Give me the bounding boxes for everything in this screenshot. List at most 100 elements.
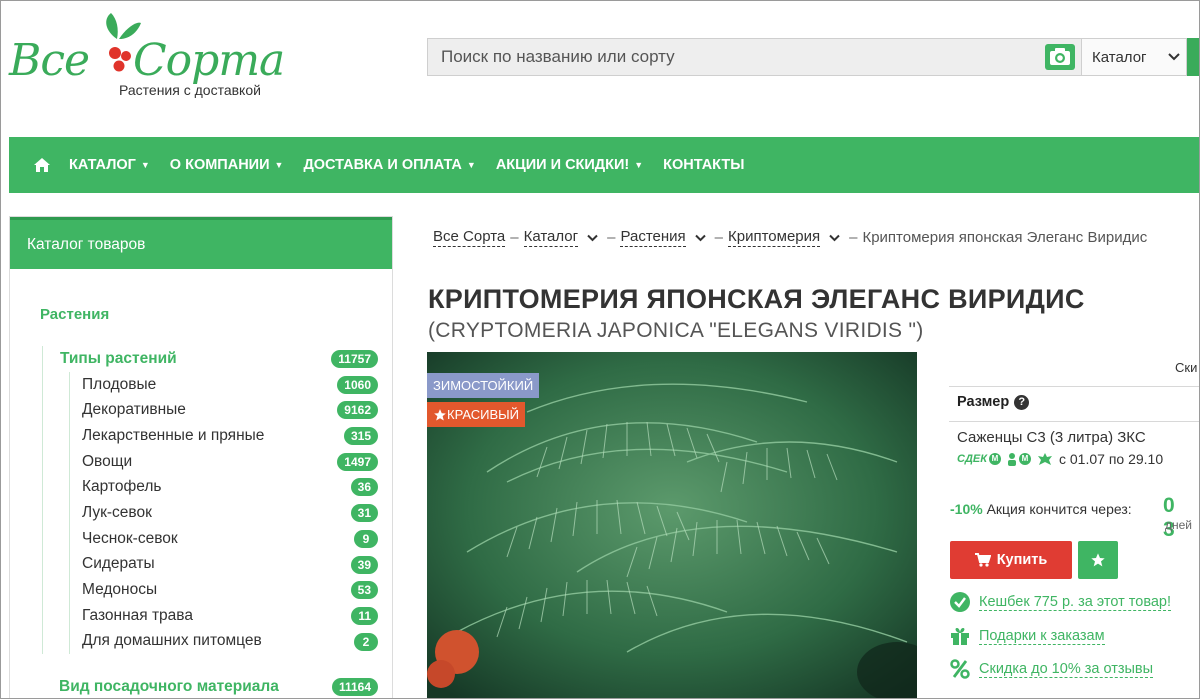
count-badge: 11164 (331, 678, 378, 696)
main-nav: КАТАЛОГ ▼ О КОМПАНИИ ▼ ДОСТАВКА И ОПЛАТА ▼ … (9, 137, 1199, 193)
sidebar-subitem[interactable]: Газонная трава 11 (43, 602, 378, 629)
breadcrumb-genus[interactable]: Криптомерия (728, 228, 821, 247)
breadcrumb-plants[interactable]: Растения (620, 228, 686, 247)
tree-line (69, 577, 70, 603)
promo-percent: -10% (950, 501, 983, 517)
person-icon (1008, 452, 1016, 466)
chevron-down-icon[interactable] (587, 234, 598, 242)
caret-down-icon: ▼ (140, 160, 150, 170)
chevron-down-icon[interactable] (829, 234, 840, 242)
home-nav-button[interactable] (33, 155, 53, 175)
nav-about[interactable]: О КОМПАНИИ ▼ (170, 157, 284, 173)
sidebar-subitem[interactable]: Чеснок-севок 9 (43, 525, 378, 552)
buy-button[interactable]: Купить (950, 541, 1072, 579)
caret-down-icon: ▼ (466, 160, 476, 170)
breadcrumb-home[interactable]: Все Сорта (433, 228, 506, 247)
size-option[interactable]: Саженцы С3 (3 литра) ЗКС (957, 429, 1146, 446)
gifts-link[interactable]: Подарки к заказам (950, 626, 1105, 646)
search-button[interactable] (1187, 38, 1199, 76)
tree-line (69, 423, 70, 449)
chevron-down-icon (1168, 53, 1180, 61)
nav-about-label: О КОМПАНИИ (169, 157, 270, 173)
count-badge: 9162 (337, 401, 378, 420)
help-icon[interactable]: ? (1014, 394, 1030, 410)
catalog-sidebar: Каталог товаров Растения Типы растений 1… (9, 216, 393, 698)
count-badge: 9 (354, 529, 378, 548)
site-logo[interactable]: Все Сорта Растения с доставкой (9, 9, 299, 109)
tag-hardy: ЗИМОСТОЙКИЙ (427, 373, 540, 398)
metro-icon: M (1019, 453, 1031, 465)
breadcrumb: Все Сорта – Каталог – Растения – Криптом… (433, 228, 1147, 247)
cdek-logo: СДЕК (957, 453, 987, 465)
breadcrumb-current: Криптомерия японская Элеганс Виридис (862, 229, 1148, 246)
sidebar-title[interactable]: Каталог товаров (10, 217, 392, 269)
percent-icon (950, 659, 970, 679)
sidebar-subitem-label: Плодовые (82, 375, 157, 393)
review-discount-link[interactable]: Скидка до 10% за отзывы (950, 659, 1154, 679)
sidebar-item-plant-types[interactable]: Типы растений 11757 (43, 346, 378, 372)
tree-line (69, 371, 70, 398)
search-input[interactable] (427, 38, 1039, 76)
count-badge: 315 (343, 427, 378, 446)
nav-contacts[interactable]: КОНТАКТЫ (663, 157, 744, 173)
nav-sales-label: АКЦИИ И СКИДКИ! (495, 157, 630, 173)
sidebar-subitem-label: Лук-севок (82, 503, 152, 521)
tree-line (69, 525, 70, 552)
count-badge: 36 (350, 478, 378, 497)
nav-catalog-label: КАТАЛОГ (69, 157, 136, 173)
cashback-text: Кешбек 775 р. за этот товар! (979, 593, 1172, 611)
sidebar-subitem-label: Для домашних питомцев (82, 632, 262, 650)
chevron-down-icon[interactable] (694, 234, 706, 242)
purchase-panel: Ски Размер ? Саженцы С3 (3 литра) ЗКС СД… (949, 351, 1199, 698)
count-badge: 11757 (331, 350, 378, 368)
tree-line (69, 500, 70, 526)
sidebar-subitem-label: Лекарственные и пряные (82, 426, 265, 444)
breadcrumb-separator: – (849, 229, 858, 246)
home-icon (34, 158, 50, 172)
sidebar-subitem[interactable]: Плодовые 1060 (43, 371, 378, 398)
sidebar-subitem[interactable]: Для домашних питомцев 2 (43, 628, 378, 655)
star-icon (1091, 553, 1105, 567)
photo-search-button[interactable] (1039, 38, 1081, 76)
caret-down-icon: ▼ (634, 160, 644, 170)
cashback-link[interactable]: Кешбек 775 р. за этот товар! (950, 592, 1172, 612)
sidebar-subitem[interactable]: Сидераты 39 (43, 551, 378, 578)
sidebar-subitems: Плодовые 1060 Декоративные 9162 Лекарственны… (43, 371, 378, 655)
tree-line (69, 602, 70, 629)
sidebar-subitem-label: Медоносы (82, 581, 158, 599)
count-badge: 11 (351, 606, 378, 625)
tree-line (69, 448, 70, 475)
sidebar-subitem-label: Чеснок-севок (82, 529, 178, 547)
sidebar-subitem-label: Картофель (82, 478, 162, 496)
logo-tagline: Растения с доставкой (119, 82, 261, 98)
sidebar-subitem[interactable]: Декоративные 9162 (43, 397, 378, 424)
catalog-select[interactable]: Каталог (1081, 38, 1187, 76)
sidebar-subitem-label: Декоративные (82, 401, 186, 419)
sidebar-subitem[interactable]: Картофель 36 (43, 474, 378, 501)
favorite-button[interactable] (1078, 541, 1118, 579)
breadcrumb-catalog[interactable]: Каталог (523, 228, 579, 247)
divider (949, 421, 1199, 422)
breadcrumb-separator: – (714, 229, 723, 246)
tree-line (69, 551, 70, 578)
tag-beautiful: КРАСИВЫЙ (427, 402, 526, 427)
nav-sales[interactable]: АКЦИИ И СКИДКИ! ▼ (496, 157, 643, 173)
nav-catalog[interactable]: КАТАЛОГ ▼ (69, 157, 150, 173)
countdown-unit: дней (1165, 518, 1193, 532)
sidebar-item-material[interactable]: Вид посадочного материала 11164 (42, 674, 378, 698)
sidebar-subitem[interactable]: Лук-севок 31 (43, 500, 378, 526)
gift-icon (951, 628, 969, 645)
sidebar-subitem[interactable]: Лекарственные и пряные 315 (43, 423, 378, 449)
sidebar-subitem-label: Овощи (82, 452, 133, 470)
nav-delivery[interactable]: ДОСТАВКА И ОПЛАТА ▼ (303, 157, 475, 173)
metro-icon: M (989, 453, 1001, 465)
sidebar-subitem[interactable]: Медоносы 53 (43, 577, 378, 603)
sidebar-subitem[interactable]: Овощи 1497 (43, 448, 378, 475)
promo-text: -10% Акция кончится через: (950, 501, 1132, 517)
sidebar-subitem-label: Сидераты (82, 555, 155, 573)
promo-label: Акция кончится через: (986, 501, 1132, 517)
sidebar-section-plants[interactable]: Растения (40, 306, 109, 323)
count-badge: 1060 (337, 375, 378, 394)
post-emblem-icon (1038, 453, 1052, 465)
sidebar-body: Растения Типы растений 11757 Плодовые 106… (10, 269, 392, 698)
